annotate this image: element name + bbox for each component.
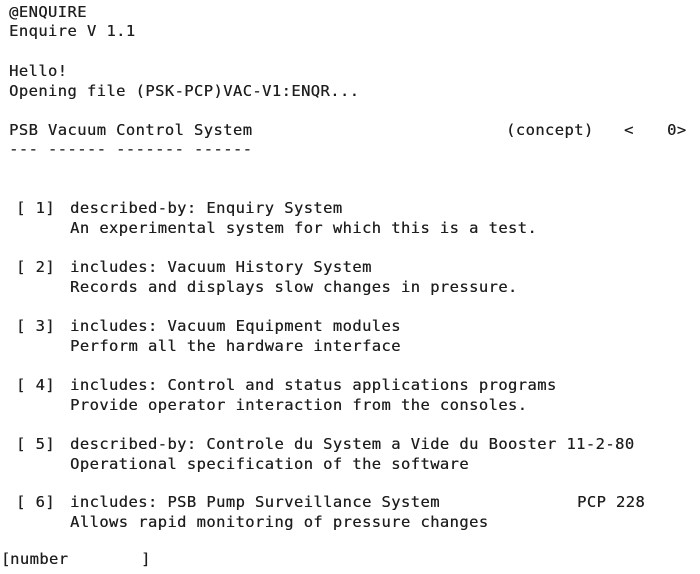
link-description: Perform all the hardware interface bbox=[70, 337, 401, 355]
opening-file-line: Opening file (PSK-PCP)VAC-V1:ENQR... bbox=[9, 82, 360, 100]
link-number: [ 2] bbox=[16, 258, 55, 276]
node-title: PSB Vacuum Control System bbox=[9, 121, 253, 139]
prompt-close-bracket: ] bbox=[141, 550, 151, 568]
version-line: Enquire V 1.1 bbox=[9, 22, 136, 40]
link-number: [ 1] bbox=[16, 199, 55, 217]
link-relation: includes: Vacuum History System bbox=[70, 258, 372, 276]
link-description: Provide operator interaction from the co… bbox=[70, 396, 528, 414]
list-item[interactable]: [ 3] includes: Vacuum Equipment modules … bbox=[0, 317, 700, 359]
node-type: (concept) bbox=[506, 121, 594, 139]
list-item[interactable]: [ 2] includes: Vacuum History System Rec… bbox=[0, 258, 700, 300]
link-description: An experimental system for which this is… bbox=[70, 219, 538, 237]
nav-prev-button[interactable]: < bbox=[624, 122, 634, 139]
link-relation: described-by: Enquiry System bbox=[70, 199, 343, 217]
list-item[interactable]: [ 5] described-by: Controle du System a … bbox=[0, 435, 700, 477]
link-description: Operational specification of the softwar… bbox=[70, 455, 470, 473]
link-number: [ 5] bbox=[16, 435, 55, 453]
list-item[interactable]: [ 4] includes: Control and status applic… bbox=[0, 376, 700, 418]
link-number: [ 4] bbox=[16, 376, 55, 394]
link-number: [ 6] bbox=[16, 493, 55, 511]
list-item[interactable]: [ 6] includes: PSB Pump Surveillance Sys… bbox=[0, 493, 700, 535]
command-line: @ENQUIRE bbox=[9, 3, 87, 21]
link-relation: includes: PSB Pump Surveillance System bbox=[70, 493, 440, 511]
link-relation: includes: Vacuum Equipment modules bbox=[70, 317, 401, 335]
link-extra: PCP 228 bbox=[577, 493, 646, 511]
node-title-underline: --- ------ ------- ------ bbox=[9, 140, 253, 158]
number-prompt-field[interactable]: [ number ] bbox=[0, 548, 160, 570]
nav-next-button[interactable]: 0> bbox=[667, 122, 686, 139]
link-description: Allows rapid monitoring of pressure chan… bbox=[70, 513, 489, 531]
link-relation: described-by: Controle du System a Vide … bbox=[70, 435, 635, 453]
link-description: Records and displays slow changes in pre… bbox=[70, 278, 518, 296]
greeting-line: Hello! bbox=[9, 62, 68, 80]
list-item[interactable]: [ 1] described-by: Enquiry System An exp… bbox=[0, 199, 700, 241]
link-relation: includes: Control and status application… bbox=[70, 376, 557, 394]
link-number: [ 3] bbox=[16, 317, 55, 335]
prompt-label: number bbox=[10, 550, 69, 568]
